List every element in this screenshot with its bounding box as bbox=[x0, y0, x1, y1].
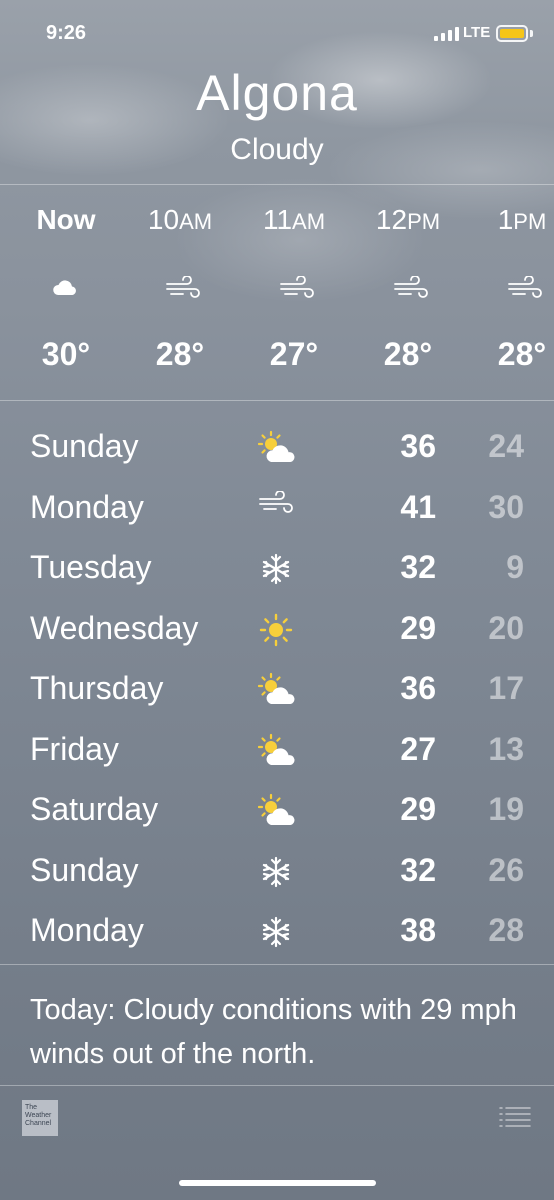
day-name: Sunday bbox=[30, 428, 139, 464]
daily-row: Wednesday 29 20 bbox=[0, 600, 554, 660]
current-condition: Cloudy bbox=[230, 133, 324, 166]
hour-suffix: AM bbox=[292, 209, 326, 234]
day-name: Monday bbox=[30, 912, 144, 948]
day-name: Sunday bbox=[30, 851, 139, 888]
hour-temperature: 28° bbox=[497, 336, 547, 372]
daily-row: Tuesday 32 9 bbox=[0, 539, 554, 599]
partly-sunny-icon bbox=[257, 733, 298, 769]
divider bbox=[0, 184, 554, 185]
signal-icon bbox=[434, 27, 459, 41]
snowflake-icon bbox=[258, 854, 298, 890]
day-low-temp: 17 bbox=[488, 670, 524, 706]
day-high-temp: 36 bbox=[400, 428, 436, 464]
divider bbox=[0, 1085, 554, 1086]
hour-number: 10 bbox=[147, 204, 180, 235]
hour-temperature: 28° bbox=[155, 336, 205, 372]
daily-row: Sunday 36 24 bbox=[0, 418, 554, 478]
day-high-temp: 32 bbox=[400, 851, 436, 888]
hour-label: 10AM bbox=[122, 204, 238, 236]
today-summary: Today: Cloudy conditions with 29 mph win… bbox=[30, 994, 517, 1070]
hour-label: 11AM bbox=[236, 204, 352, 236]
day-low-temp: 19 bbox=[488, 791, 524, 827]
day-low-temp: 28 bbox=[488, 912, 524, 948]
partly-sunny-icon bbox=[257, 430, 298, 466]
hour-temperature: 27° bbox=[269, 336, 319, 372]
hourly-forecast[interactable]: Now 30° 10AM 28° 11AM 27° 12PM 28° 1PM 28° bbox=[0, 186, 554, 400]
wind-icon bbox=[507, 275, 542, 300]
network-type: LTE bbox=[463, 24, 491, 41]
wind-icon bbox=[165, 275, 200, 300]
day-high-temp: 32 bbox=[400, 549, 436, 585]
partly-sunny-icon bbox=[257, 793, 298, 829]
battery-icon bbox=[496, 25, 528, 42]
day-name: Wednesday bbox=[30, 609, 199, 646]
hour-temperature: 28° bbox=[383, 336, 433, 372]
list-icon[interactable] bbox=[499, 1106, 531, 1128]
sun-icon bbox=[258, 612, 298, 648]
day-name: Friday bbox=[30, 730, 119, 767]
day-high-temp: 29 bbox=[400, 609, 436, 646]
status-time: 9:26 bbox=[46, 22, 87, 44]
partly-sunny-icon bbox=[257, 672, 298, 708]
hour-suffix: AM bbox=[179, 209, 213, 234]
hour-label: Now bbox=[8, 204, 124, 236]
daily-row: Sunday 32 26 bbox=[0, 842, 554, 902]
day-name: Thursday bbox=[30, 670, 164, 706]
hour-number: 11 bbox=[262, 204, 293, 235]
day-low-temp: 9 bbox=[506, 549, 524, 585]
daily-row: Monday 41 30 bbox=[0, 479, 554, 539]
hour-suffix: PM bbox=[407, 209, 441, 234]
hour-label: 1PM bbox=[464, 204, 554, 236]
day-high-temp: 29 bbox=[400, 791, 436, 827]
snowflake-icon bbox=[258, 551, 298, 587]
day-high-temp: 36 bbox=[400, 670, 436, 706]
battery-nub bbox=[530, 30, 533, 37]
wind-icon bbox=[393, 275, 428, 300]
cloud-icon bbox=[51, 276, 81, 300]
snowflake-icon bbox=[258, 914, 298, 950]
hour-number: 1 bbox=[497, 204, 514, 235]
weather-channel-logo[interactable]: The Weather Channel bbox=[22, 1100, 58, 1136]
divider bbox=[0, 964, 554, 965]
divider bbox=[0, 400, 554, 401]
day-low-temp: 13 bbox=[488, 730, 524, 767]
day-name: Saturday bbox=[30, 791, 159, 827]
hour-number: 12 bbox=[375, 204, 408, 235]
hour-suffix: PM bbox=[513, 209, 547, 234]
hour-label: 12PM bbox=[350, 204, 466, 236]
daily-row: Monday 38 28 bbox=[0, 902, 554, 962]
hour-number: Now bbox=[36, 204, 96, 235]
daily-row: Thursday 36 17 bbox=[0, 660, 554, 720]
wind-icon bbox=[279, 275, 314, 300]
day-name: Monday bbox=[30, 488, 144, 525]
day-high-temp: 27 bbox=[400, 730, 436, 767]
city-name: Algona bbox=[196, 65, 358, 121]
home-indicator[interactable] bbox=[179, 1180, 376, 1186]
hour-temperature: 30° bbox=[41, 336, 91, 372]
day-name: Tuesday bbox=[30, 549, 152, 585]
daily-row: Saturday 29 19 bbox=[0, 781, 554, 841]
daily-row: Friday 27 13 bbox=[0, 721, 554, 781]
day-low-temp: 24 bbox=[488, 428, 524, 464]
day-low-temp: 30 bbox=[488, 488, 524, 525]
day-low-temp: 26 bbox=[488, 851, 524, 888]
day-high-temp: 38 bbox=[400, 912, 436, 948]
day-high-temp: 41 bbox=[400, 488, 436, 525]
day-low-temp: 20 bbox=[488, 609, 524, 646]
status-bar: 9:26 LTE bbox=[0, 0, 554, 66]
wind-icon bbox=[258, 489, 298, 527]
